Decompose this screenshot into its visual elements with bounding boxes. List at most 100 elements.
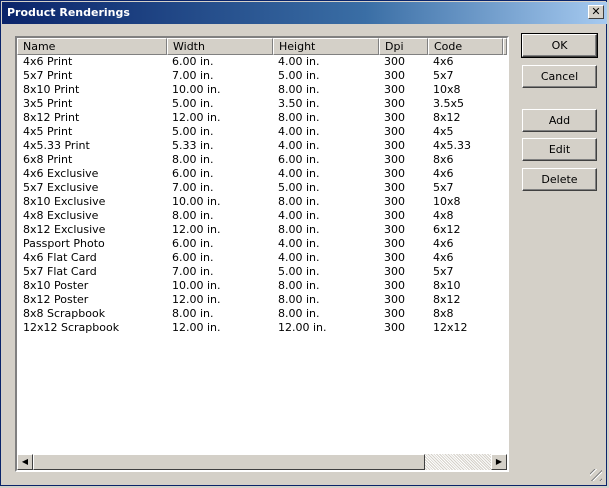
- cell-code: 5x7: [433, 69, 454, 82]
- cell-height: 5.00 in.: [278, 181, 320, 194]
- table-row[interactable]: 4x8 Exclusive 8.00 in. 4.00 in. 300 4x8: [17, 209, 507, 223]
- cell-width: 12.00 in.: [172, 111, 221, 124]
- cell-dpi: 300: [384, 111, 405, 124]
- scroll-right-button[interactable]: ▶: [491, 454, 507, 470]
- table-row[interactable]: 4x5.33 Print 5.33 in. 4.00 in. 300 4x5.33: [17, 139, 507, 153]
- table-row[interactable]: 8x12 Print 12.00 in. 8.00 in. 300 8x12: [17, 111, 507, 125]
- ok-button[interactable]: OK: [521, 33, 598, 58]
- scroll-left-button[interactable]: ◀: [17, 454, 33, 470]
- cell-code: 5x7: [433, 265, 454, 278]
- horizontal-scrollbar[interactable]: ◀ ▶: [17, 454, 507, 470]
- cell-height: 5.00 in.: [278, 265, 320, 278]
- cell-code: 8x8: [433, 307, 454, 320]
- cell-name: 8x12 Poster: [23, 293, 89, 306]
- cell-code: 5x7: [433, 181, 454, 194]
- cell-width: 8.00 in.: [172, 153, 214, 166]
- cell-name: 4x5.33 Print: [23, 139, 90, 152]
- column-header-code[interactable]: Code: [428, 38, 503, 55]
- cell-width: 5.00 in.: [172, 97, 214, 110]
- cell-name: 6x8 Print: [23, 153, 73, 166]
- resize-grip-icon[interactable]: [590, 469, 602, 481]
- cell-width: 8.00 in.: [172, 209, 214, 222]
- edit-button[interactable]: Edit: [522, 138, 597, 161]
- close-button[interactable]: ✕: [588, 5, 604, 19]
- scroll-thumb[interactable]: [33, 454, 425, 470]
- cell-name: 4x6 Flat Card: [23, 251, 97, 264]
- cell-name: 8x10 Exclusive: [23, 195, 106, 208]
- renderings-list[interactable]: Name Width Height Dpi Code 4x6 Print 6.00…: [15, 36, 509, 472]
- cell-width: 12.00 in.: [172, 321, 221, 334]
- list-header: Name Width Height Dpi Code: [17, 38, 507, 55]
- table-row[interactable]: 4x6 Exclusive 6.00 in. 4.00 in. 300 4x6: [17, 167, 507, 181]
- cell-height: 4.00 in.: [278, 55, 320, 68]
- cell-code: 4x5: [433, 125, 454, 138]
- cell-code: 8x10: [433, 279, 461, 292]
- table-row[interactable]: 12x12 Scrapbook 12.00 in. 12.00 in. 300 12x1…: [17, 321, 507, 335]
- list-rows: 4x6 Print 6.00 in. 4.00 in. 300 4x6 5x7 Print…: [17, 55, 507, 335]
- cell-height: 4.00 in.: [278, 209, 320, 222]
- table-row[interactable]: 4x6 Print 6.00 in. 4.00 in. 300 4x6: [17, 55, 507, 69]
- scroll-track[interactable]: [425, 454, 491, 470]
- cancel-button[interactable]: Cancel: [522, 65, 597, 88]
- cell-name: 5x7 Print: [23, 69, 73, 82]
- arrow-left-icon: ◀: [21, 457, 29, 466]
- cell-width: 8.00 in.: [172, 307, 214, 320]
- cell-dpi: 300: [384, 293, 405, 306]
- column-header-name[interactable]: Name: [17, 38, 167, 55]
- cell-width: 7.00 in.: [172, 69, 214, 82]
- cell-code: 10x8: [433, 83, 461, 96]
- column-header-width[interactable]: Width: [167, 38, 273, 55]
- cell-height: 4.00 in.: [278, 125, 320, 138]
- cell-code: 12x12: [433, 321, 468, 334]
- column-header-height[interactable]: Height: [273, 38, 379, 55]
- cell-height: 4.00 in.: [278, 167, 320, 180]
- cell-height: 8.00 in.: [278, 195, 320, 208]
- cell-code: 4x6: [433, 251, 454, 264]
- cell-height: 8.00 in.: [278, 223, 320, 236]
- arrow-right-icon: ▶: [495, 457, 503, 466]
- cell-dpi: 300: [384, 69, 405, 82]
- cell-dpi: 300: [384, 279, 405, 292]
- dialog-window: Product Renderings ✕ Name Width Height D…: [0, 0, 607, 486]
- add-button[interactable]: Add: [522, 109, 597, 132]
- cell-dpi: 300: [384, 125, 405, 138]
- table-row[interactable]: 8x8 Scrapbook 8.00 in. 8.00 in. 300 8x8: [17, 307, 507, 321]
- table-row[interactable]: Passport Photo 6.00 in. 4.00 in. 300 4x6: [17, 237, 507, 251]
- column-header-dpi[interactable]: Dpi: [379, 38, 428, 55]
- cell-dpi: 300: [384, 139, 405, 152]
- table-row[interactable]: 5x7 Flat Card 7.00 in. 5.00 in. 300 5x7: [17, 265, 507, 279]
- cell-name: Passport Photo: [23, 237, 105, 250]
- cell-width: 7.00 in.: [172, 181, 214, 194]
- table-row[interactable]: 5x7 Exclusive 7.00 in. 5.00 in. 300 5x7: [17, 181, 507, 195]
- cell-width: 5.00 in.: [172, 125, 214, 138]
- cell-dpi: 300: [384, 209, 405, 222]
- title-bar[interactable]: Product Renderings ✕: [2, 2, 607, 24]
- cell-name: 4x6 Print: [23, 55, 73, 68]
- cell-dpi: 300: [384, 223, 405, 236]
- table-row[interactable]: 8x10 Print 10.00 in. 8.00 in. 300 10x8: [17, 83, 507, 97]
- delete-button[interactable]: Delete: [522, 168, 597, 191]
- table-row[interactable]: 8x12 Exclusive 12.00 in. 8.00 in. 300 6x12: [17, 223, 507, 237]
- table-row[interactable]: 4x6 Flat Card 6.00 in. 4.00 in. 300 4x6: [17, 251, 507, 265]
- cell-dpi: 300: [384, 237, 405, 250]
- cell-height: 8.00 in.: [278, 83, 320, 96]
- close-icon: ✕: [591, 5, 601, 18]
- cell-height: 6.00 in.: [278, 153, 320, 166]
- cell-dpi: 300: [384, 167, 405, 180]
- table-row[interactable]: 5x7 Print 7.00 in. 5.00 in. 300 5x7: [17, 69, 507, 83]
- cell-name: 8x12 Print: [23, 111, 80, 124]
- table-row[interactable]: 8x10 Poster 10.00 in. 8.00 in. 300 8x10: [17, 279, 507, 293]
- cell-code: 4x5.33: [433, 139, 472, 152]
- cell-dpi: 300: [384, 251, 405, 264]
- table-row[interactable]: 8x12 Poster 12.00 in. 8.00 in. 300 8x12: [17, 293, 507, 307]
- cell-width: 6.00 in.: [172, 167, 214, 180]
- table-row[interactable]: 3x5 Print 5.00 in. 3.50 in. 300 3.5x5: [17, 97, 507, 111]
- column-header-filler: [503, 38, 507, 55]
- cell-dpi: 300: [384, 181, 405, 194]
- cell-name: 3x5 Print: [23, 97, 73, 110]
- table-row[interactable]: 4x5 Print 5.00 in. 4.00 in. 300 4x5: [17, 125, 507, 139]
- cell-dpi: 300: [384, 97, 405, 110]
- table-row[interactable]: 8x10 Exclusive 10.00 in. 8.00 in. 300 10x8: [17, 195, 507, 209]
- table-row[interactable]: 6x8 Print 8.00 in. 6.00 in. 300 8x6: [17, 153, 507, 167]
- cell-width: 6.00 in.: [172, 251, 214, 264]
